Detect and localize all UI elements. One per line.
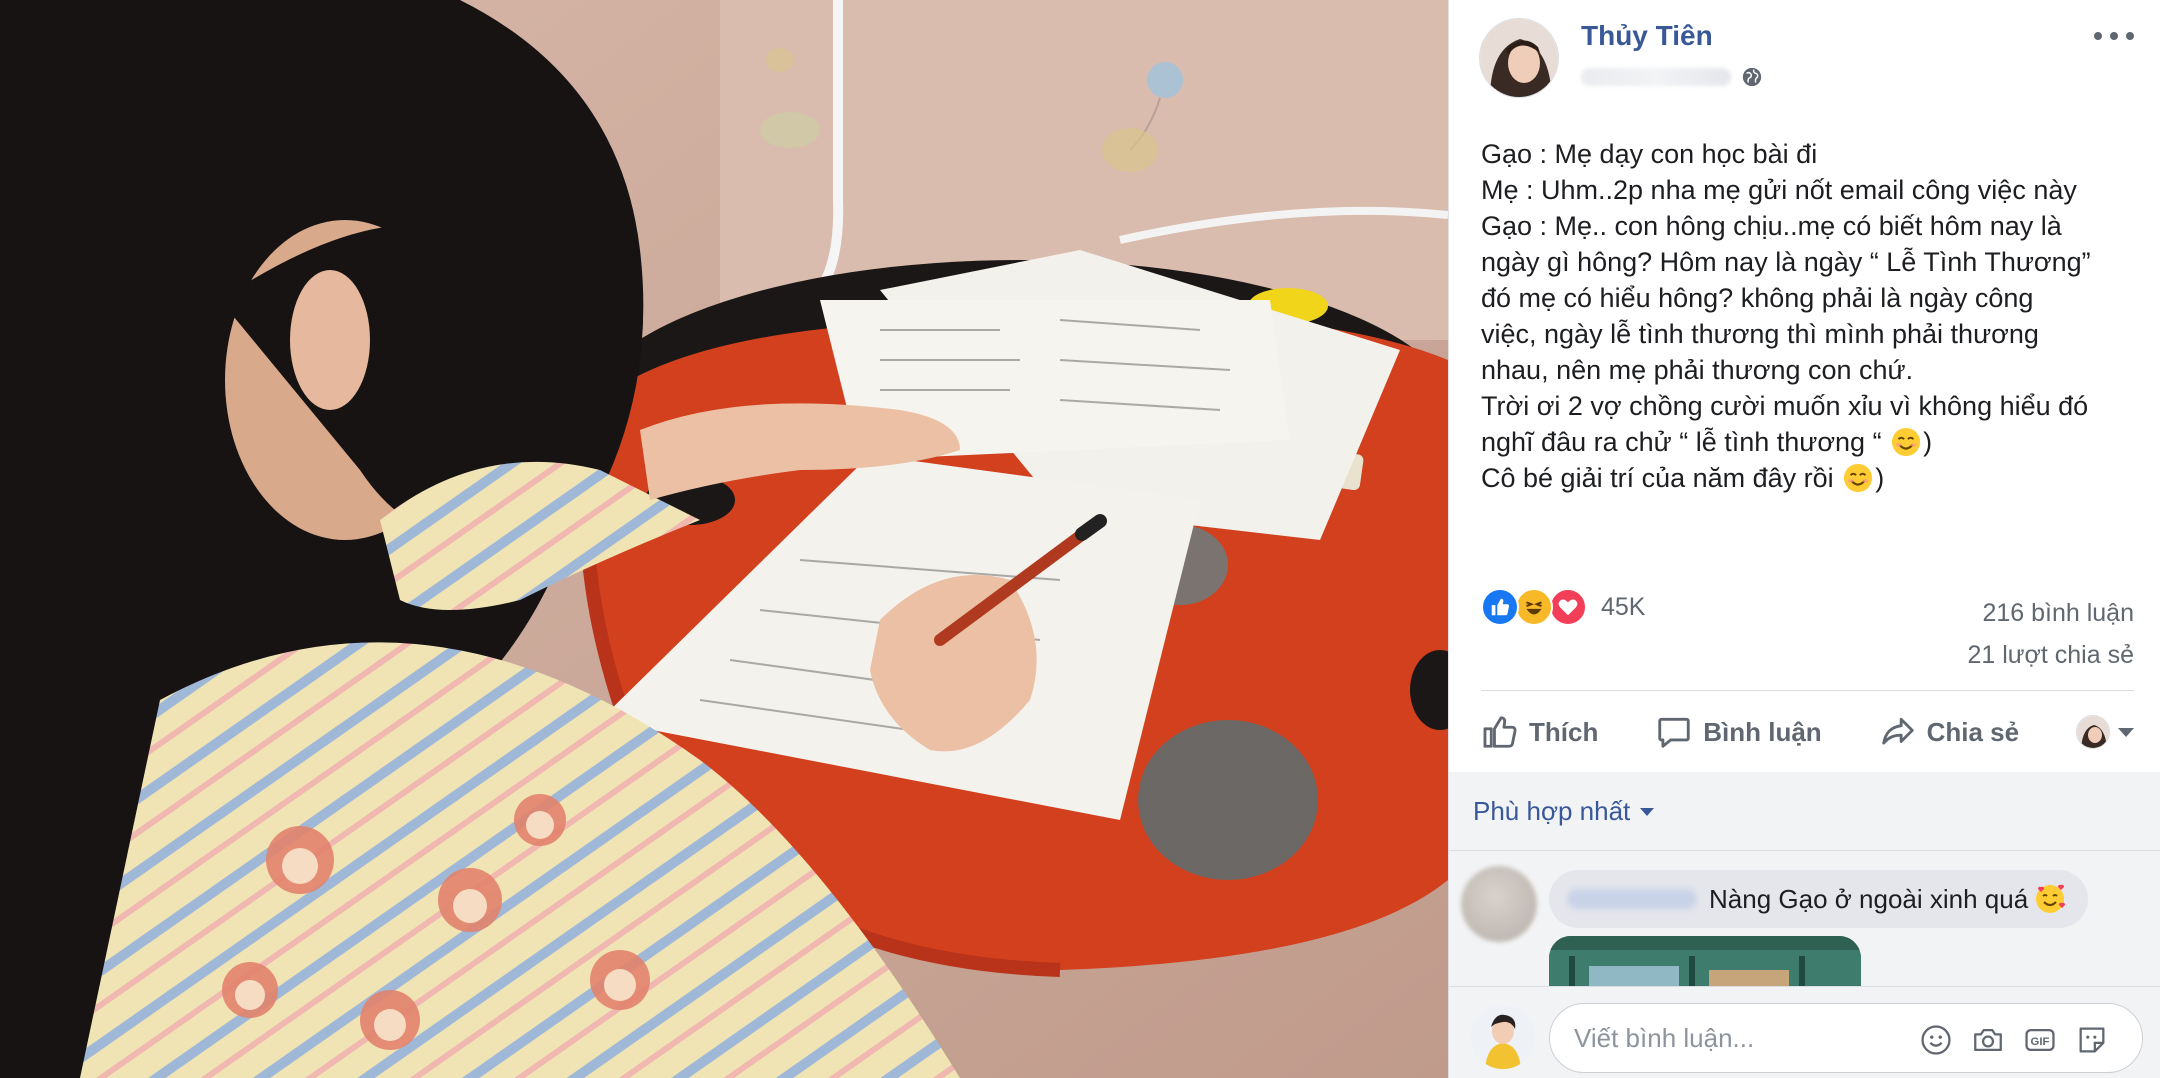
identity-avatar — [2076, 715, 2110, 749]
like-label: Thích — [1529, 716, 1599, 747]
post-line-1: Gạo : Mẹ dạy con học bài đi — [1481, 139, 1818, 169]
share-count-link[interactable]: 21 lượt chia sẻ — [1967, 634, 2134, 676]
comment-text: Nàng Gạo ở ngoài xinh quá — [1709, 883, 2029, 914]
post-meta — [1581, 62, 1763, 92]
thumbs-up-icon — [1483, 716, 1517, 748]
post-line-10: Cô bé giải trí của năm đây rồi ) — [1481, 463, 1885, 493]
post-line-6: việc, ngày lễ tình thương thì mình phải … — [1481, 319, 2039, 349]
timestamp-blurred[interactable] — [1581, 68, 1731, 86]
commenter-name-blurred[interactable] — [1567, 889, 1697, 909]
chevron-down-icon — [2118, 727, 2134, 737]
smiling-face-emoji-icon — [1892, 427, 1921, 457]
smiling-face-with-hearts-emoji-icon — [2036, 884, 2066, 913]
composer-tools: GIF — [1919, 1023, 2109, 1057]
sticker-icon[interactable] — [2075, 1023, 2109, 1057]
current-user-avatar[interactable] — [1471, 1005, 1535, 1069]
comment-bubble: Nàng Gạo ở ngoài xinh quá — [1549, 870, 2089, 928]
reaction-count: 45K — [1601, 592, 1646, 621]
comment-label: Bình luận — [1703, 716, 1822, 747]
engagement-stats: 216 bình luận 21 lượt chia sẻ — [1967, 592, 2134, 676]
share-button[interactable]: Chia sẻ — [1879, 713, 2020, 751]
post-panel: Thủy Tiên Gạo : Mẹ dạy con học bài đi Mẹ… — [1448, 0, 2160, 1078]
post-actions: Thích Bình luận Chia sẻ — [1481, 706, 2134, 758]
share-label: Chia sẻ — [1926, 716, 2020, 747]
comment-bubble-icon — [1658, 717, 1690, 748]
sort-label: Phù hợp nhất — [1473, 796, 1631, 826]
globe-icon[interactable] — [1741, 66, 1763, 88]
comment-sort-dropdown[interactable]: Phù hợp nhất — [1473, 796, 1655, 827]
photo-illustration — [0, 0, 1448, 1078]
smiling-face-emoji-icon — [1844, 463, 1873, 493]
like-button[interactable]: Thích — [1481, 713, 1598, 751]
divider — [1449, 850, 2160, 851]
share-arrow-icon — [1881, 717, 1914, 745]
love-reaction-icon — [1549, 588, 1587, 626]
more-options-icon[interactable] — [2094, 22, 2134, 50]
like-reaction-icon — [1481, 588, 1519, 626]
commenter-avatar[interactable] — [1461, 866, 1537, 942]
post-line-9: nghĩ đâu ra chử “ lễ tình thương “ ) — [1481, 427, 1933, 457]
post-line-8: Trời ơi 2 vợ chồng cười muốn xỉu vì khôn… — [1481, 391, 2089, 421]
emoji-icon[interactable] — [1919, 1023, 1953, 1057]
divider — [1481, 690, 2134, 691]
comment-button[interactable]: Bình luận — [1655, 713, 1822, 751]
post-photo[interactable] — [0, 0, 1448, 1078]
comment-count-link[interactable]: 216 bình luận — [1967, 592, 2134, 634]
post-line-4: ngày gì hông? Hôm nay là ngày “ Lễ Tình … — [1481, 247, 2091, 277]
camera-icon[interactable] — [1971, 1023, 2005, 1057]
post-line-3: Gạo : Mẹ.. con hông chịu..mẹ có biết hôm… — [1481, 211, 2062, 241]
comment-composer: GIF — [1449, 986, 2160, 1078]
svg-text:GIF: GIF — [2031, 1036, 2050, 1048]
gif-icon[interactable]: GIF — [2023, 1023, 2057, 1057]
reactions-summary[interactable]: 45K — [1481, 588, 1645, 626]
haha-reaction-icon — [1515, 588, 1553, 626]
post-line-7: nhau, nên mẹ phải thương con chứ. — [1481, 355, 1914, 385]
post-message: Gạo : Mẹ dạy con học bài đi Mẹ : Uhm..2p… — [1481, 136, 2141, 496]
post-line-5: đó mẹ có hiểu hông? không phải là ngày c… — [1481, 283, 2034, 313]
author-avatar[interactable] — [1479, 18, 1559, 98]
identity-chooser[interactable] — [2076, 715, 2134, 749]
chevron-down-icon — [1640, 807, 1655, 816]
author-name[interactable]: Thủy Tiên — [1581, 20, 1713, 52]
post-line-2: Mẹ : Uhm..2p nha mẹ gửi nốt email công v… — [1481, 175, 2077, 205]
